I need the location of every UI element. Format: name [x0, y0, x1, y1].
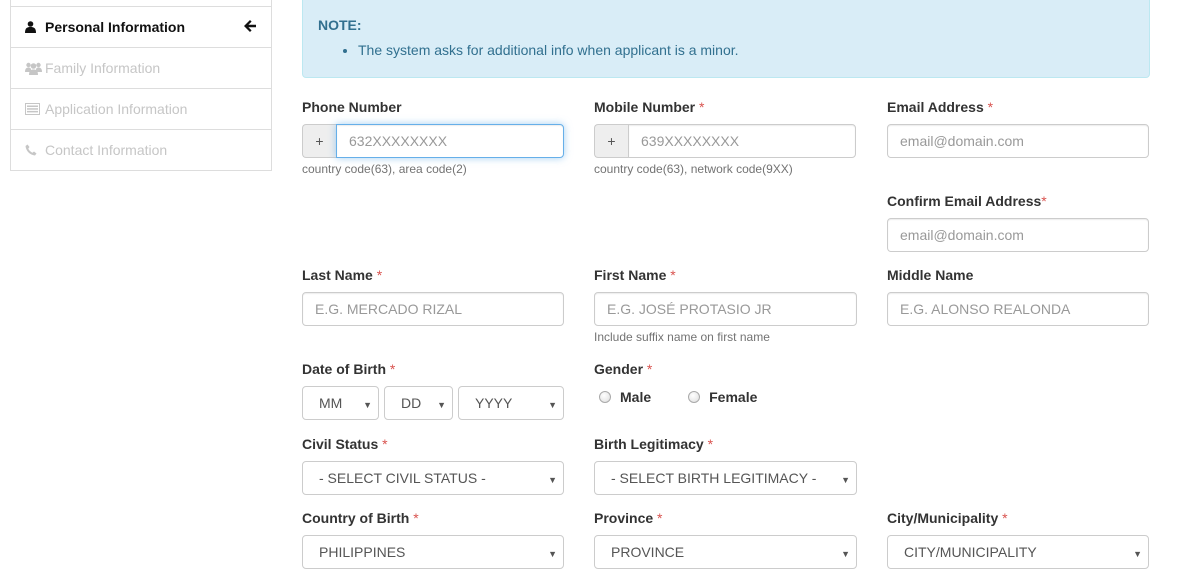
- sidebar-item-family-information[interactable]: Family Information: [11, 48, 271, 89]
- country-of-birth-field: Country of Birth * PHILIPPINES ▼: [302, 510, 564, 569]
- sidebar-item-label: Contact Information: [45, 142, 168, 158]
- caret-down-icon: ▼: [548, 549, 557, 559]
- phone-number-label: Phone Number: [302, 99, 402, 115]
- gender-label: Gender *: [594, 361, 653, 377]
- country-of-birth-value: PHILIPPINES: [319, 544, 406, 560]
- sidebar-item-label: Personal Information: [45, 19, 186, 35]
- confirm-email-field: Confirm Email Address* email@domain.com: [887, 193, 1149, 252]
- province-field: Province * PROVINCE ▼: [594, 510, 857, 569]
- middle-name-label: Middle Name: [887, 267, 974, 283]
- email-input[interactable]: email@domain.com: [887, 124, 1149, 158]
- caret-down-icon: ▼: [363, 400, 372, 410]
- gender-female-label: Female: [709, 389, 758, 405]
- radio-circle[interactable]: [599, 391, 611, 403]
- note-title: NOTE:: [318, 17, 362, 33]
- note-alert: NOTE: The system asks for additional inf…: [302, 0, 1150, 78]
- caret-down-icon: ▼: [1133, 549, 1142, 559]
- dob-year-select[interactable]: YYYY ▼: [458, 386, 564, 420]
- phone-prefix-addon: +: [302, 124, 336, 158]
- last-name-field: Last Name * E.G. MERCADO RIZAL: [302, 267, 564, 326]
- first-name-label: First Name *: [594, 267, 676, 283]
- sidebar-item-application-information[interactable]: Application Information: [11, 89, 271, 130]
- sidebar-item-label: Family Information: [45, 60, 161, 76]
- mobile-number-help: country code(63), network code(9XX): [594, 162, 793, 176]
- city-municipality-field: City/Municipality * CITY/MUNICIPALITY ▼: [887, 510, 1149, 569]
- arrow-left-icon: [243, 19, 257, 36]
- civil-status-label: Civil Status *: [302, 436, 388, 452]
- gender-male-label: Male: [620, 389, 652, 405]
- province-select[interactable]: PROVINCE ▼: [594, 535, 857, 569]
- date-of-birth-field: Date of Birth * MM ▼ DD ▼ YYYY ▼: [302, 361, 564, 420]
- phone-number-help: country code(63), area code(2): [302, 162, 467, 176]
- note-item: The system asks for additional info when…: [358, 42, 1134, 58]
- caret-down-icon: ▼: [841, 475, 850, 485]
- gender-female-radio[interactable]: Female: [683, 389, 757, 405]
- first-name-field: First Name * E.G. JOSÉ PROTASIO JR Inclu…: [594, 267, 857, 344]
- sidebar-item-label: Application Information: [45, 101, 188, 117]
- phone-number-input[interactable]: 632XXXXXXXX: [336, 124, 564, 158]
- dob-day-select[interactable]: DD ▼: [384, 386, 453, 420]
- birth-legitimacy-field: Birth Legitimacy * - SELECT BIRTH LEGITI…: [594, 436, 857, 495]
- city-municipality-label: City/Municipality *: [887, 510, 1008, 526]
- confirm-email-label: Confirm Email Address*: [887, 193, 1047, 209]
- last-name-input[interactable]: E.G. MERCADO RIZAL: [302, 292, 564, 326]
- gender-field: Gender * Male Female: [594, 361, 856, 405]
- phone-icon: [25, 144, 45, 156]
- user-icon: [25, 21, 45, 33]
- list-icon: [25, 103, 45, 115]
- email-field: Email Address * email@domain.com: [887, 99, 1149, 158]
- birth-legitimacy-label: Birth Legitimacy *: [594, 436, 714, 452]
- city-municipality-select[interactable]: CITY/MUNICIPALITY ▼: [887, 535, 1149, 569]
- caret-down-icon: ▼: [841, 549, 850, 559]
- mobile-number-label: Mobile Number *: [594, 99, 705, 115]
- first-name-input[interactable]: E.G. JOSÉ PROTASIO JR: [594, 292, 857, 326]
- mobile-prefix-addon: +: [594, 124, 628, 158]
- dob-year-value: YYYY: [475, 395, 513, 411]
- confirm-email-input[interactable]: email@domain.com: [887, 218, 1149, 252]
- dob-month-select[interactable]: MM ▼: [302, 386, 379, 420]
- birth-legitimacy-select[interactable]: - SELECT BIRTH LEGITIMACY - ▼: [594, 461, 857, 495]
- civil-status-field: Civil Status * - SELECT CIVIL STATUS - ▼: [302, 436, 564, 495]
- mobile-number-input[interactable]: 639XXXXXXXX: [628, 124, 856, 158]
- civil-status-value: - SELECT CIVIL STATUS -: [319, 470, 486, 486]
- dob-day-value: DD: [401, 395, 422, 411]
- last-name-label: Last Name *: [302, 267, 383, 283]
- sidebar-item-contact-information[interactable]: Contact Information: [11, 130, 271, 171]
- email-label: Email Address *: [887, 99, 994, 115]
- dob-month-value: MM: [319, 395, 343, 411]
- first-name-help: Include suffix name on first name: [594, 330, 770, 344]
- birth-legitimacy-value: - SELECT BIRTH LEGITIMACY -: [611, 470, 817, 486]
- country-of-birth-label: Country of Birth *: [302, 510, 419, 526]
- note-list: The system asks for additional info when…: [318, 42, 1134, 58]
- middle-name-input[interactable]: E.G. ALONSO REALONDA: [887, 292, 1149, 326]
- province-value: PROVINCE: [611, 544, 685, 560]
- phone-number-field: Phone Number + 632XXXXXXXX country code(…: [302, 99, 564, 176]
- sidebar-nav: Personal Information Family Information …: [10, 0, 272, 171]
- middle-name-field: Middle Name E.G. ALONSO REALONDA: [887, 267, 1149, 326]
- city-municipality-value: CITY/MUNICIPALITY: [904, 544, 1037, 560]
- gender-male-radio[interactable]: Male: [594, 389, 651, 405]
- radio-circle[interactable]: [688, 391, 701, 403]
- users-icon: [25, 62, 45, 75]
- mobile-number-field: Mobile Number * + 639XXXXXXXX country co…: [594, 99, 856, 176]
- sidebar-item-personal-information[interactable]: Personal Information: [11, 7, 271, 48]
- date-of-birth-label: Date of Birth *: [302, 361, 396, 377]
- caret-down-icon: ▼: [548, 400, 557, 410]
- civil-status-select[interactable]: - SELECT CIVIL STATUS - ▼: [302, 461, 564, 495]
- province-label: Province *: [594, 510, 663, 526]
- caret-down-icon: ▼: [548, 475, 557, 485]
- country-of-birth-select[interactable]: PHILIPPINES ▼: [302, 535, 564, 569]
- caret-down-icon: ▼: [437, 400, 446, 410]
- sidebar-top-edge: [11, 0, 271, 7]
